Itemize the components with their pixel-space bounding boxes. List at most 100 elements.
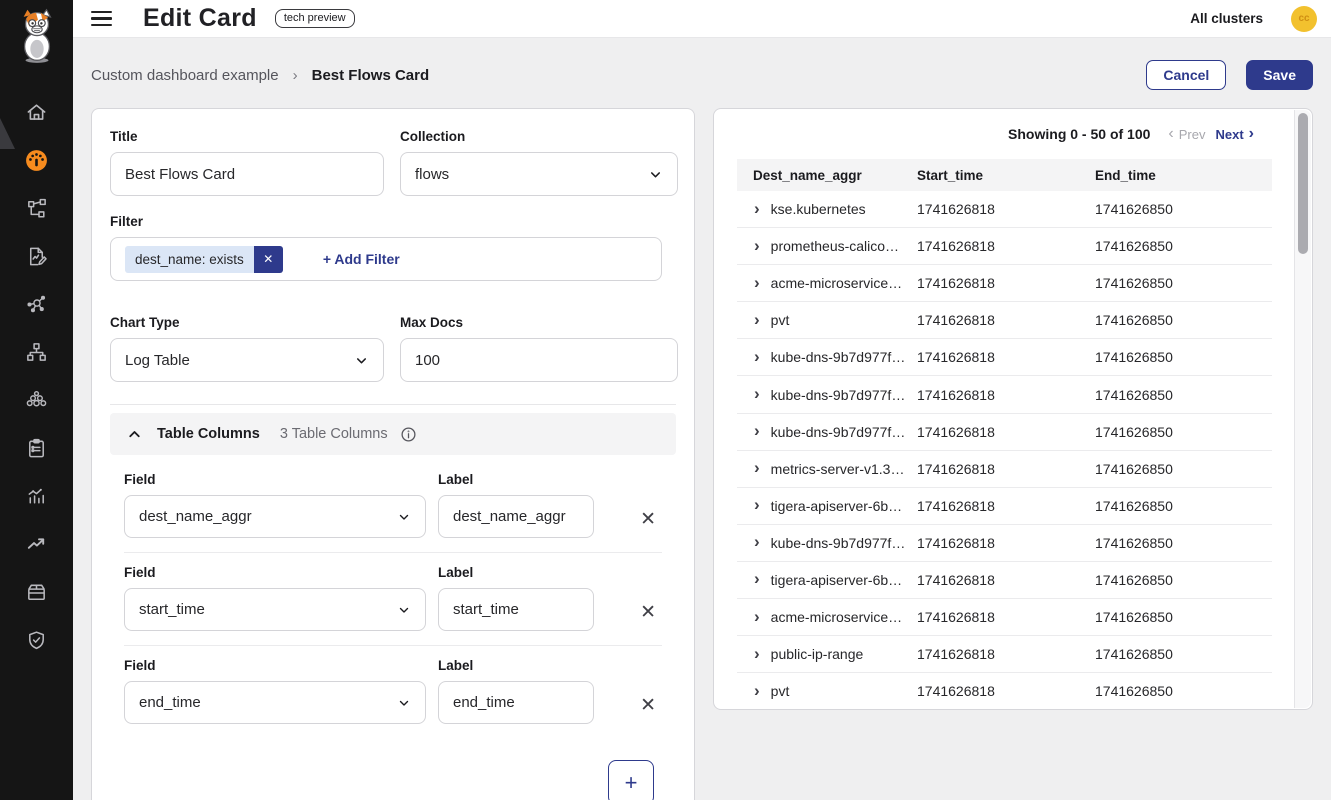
cell-dest-name-aggr: kube-dns-9b7d977f…: [771, 387, 906, 403]
calico-cat-logo-icon: [16, 7, 58, 65]
remove-column-button[interactable]: ✕: [640, 510, 656, 529]
sidebar-item-logs[interactable]: [0, 232, 73, 280]
label-input[interactable]: [438, 495, 594, 538]
cell-dest-name-aggr: kse.kubernetes: [771, 201, 866, 217]
sidebar-item-analytics[interactable]: [0, 472, 73, 520]
table-row[interactable]: › metrics-server-v1.3… 1741626818 174162…: [737, 451, 1272, 488]
package-box-icon: [25, 581, 48, 604]
row-expand-icon[interactable]: ›: [754, 609, 760, 625]
label-label: Label: [438, 565, 594, 580]
column-header-start-time: Start_time: [917, 168, 1095, 183]
table-column-row: Field start_time Label: [124, 552, 662, 645]
save-button[interactable]: Save: [1246, 60, 1313, 90]
home-icon: [25, 101, 48, 124]
title-input[interactable]: [110, 152, 384, 196]
row-expand-icon[interactable]: ›: [754, 460, 760, 476]
sidebar-item-network-topology[interactable]: [0, 184, 73, 232]
sidebar-item-sitemap[interactable]: [0, 328, 73, 376]
field-select[interactable]: start_time: [124, 588, 426, 631]
row-expand-icon[interactable]: ›: [754, 534, 760, 550]
row-expand-icon[interactable]: ›: [754, 349, 760, 365]
row-expand-icon[interactable]: ›: [754, 571, 760, 587]
label-label: Label: [438, 658, 594, 673]
remove-column-button[interactable]: ✕: [640, 696, 656, 715]
row-expand-icon[interactable]: ›: [754, 312, 760, 328]
info-icon[interactable]: [400, 426, 417, 443]
table-row[interactable]: › prometheus-calico… 1741626818 17416268…: [737, 228, 1272, 265]
calico-cat-logo[interactable]: [0, 0, 73, 72]
row-expand-icon[interactable]: ›: [754, 275, 760, 291]
graph-nodes-icon: [25, 293, 48, 316]
sidebar-item-service-graph[interactable]: [0, 280, 73, 328]
column-header-dest-name-aggr: Dest_name_aggr: [737, 168, 917, 183]
next-page-button[interactable]: Next ›: [1215, 126, 1254, 142]
table-row[interactable]: › pvt 1741626818 1741626850: [737, 673, 1272, 710]
row-expand-icon[interactable]: ›: [754, 238, 760, 254]
tech-preview-badge: tech preview: [275, 9, 355, 28]
breadcrumb-separator-icon: ›: [293, 67, 298, 84]
table-row[interactable]: › acme-microservice… 1741626818 17416268…: [737, 599, 1272, 636]
preview-table: Dest_name_aggr Start_time End_time › kse…: [737, 159, 1272, 710]
sidebar-item-security[interactable]: [0, 616, 73, 664]
cell-dest-name-aggr: pvt: [771, 683, 790, 699]
collection-select[interactable]: flows: [400, 152, 678, 196]
label-input[interactable]: [438, 588, 594, 631]
sidebar-item-home[interactable]: [0, 88, 73, 136]
column-header-end-time: End_time: [1095, 168, 1272, 183]
add-column-button[interactable]: +: [608, 760, 654, 800]
sidebar-item-trends[interactable]: [0, 520, 73, 568]
filter-box[interactable]: dest_name: exists ✕ + Add Filter: [110, 237, 662, 281]
card-preview-panel: Showing 0 - 50 of 100 ‹ Prev Next › Dest…: [713, 108, 1313, 710]
cell-end-time: 1741626850: [1095, 275, 1272, 291]
menu-toggle-button[interactable]: [91, 9, 115, 29]
field-select[interactable]: dest_name_aggr: [124, 495, 426, 538]
table-row[interactable]: › kube-dns-9b7d977f… 1741626818 17416268…: [737, 525, 1272, 562]
table-column-row: Field dest_name_aggr Label: [124, 460, 662, 552]
cluster-nodes-icon: [25, 389, 48, 412]
sidebar-item-packages[interactable]: [0, 568, 73, 616]
preview-scrollbar[interactable]: [1294, 110, 1311, 708]
row-expand-icon[interactable]: ›: [754, 386, 760, 402]
field-select[interactable]: end_time: [124, 681, 426, 724]
table-row[interactable]: › public-ip-range 1741626818 1741626850: [737, 636, 1272, 673]
label-input[interactable]: [438, 681, 594, 724]
table-row[interactable]: › kube-dns-9b7d977f… 1741626818 17416268…: [737, 339, 1272, 376]
row-expand-icon[interactable]: ›: [754, 646, 760, 662]
table-row[interactable]: › tigera-apiserver-6b… 1741626818 174162…: [737, 562, 1272, 599]
table-row[interactable]: › tigera-apiserver-6b… 1741626818 174162…: [737, 488, 1272, 525]
collapse-section-button[interactable]: [126, 426, 143, 443]
table-row[interactable]: › acme-microservice… 1741626818 17416268…: [737, 265, 1272, 302]
prev-page-button[interactable]: ‹ Prev: [1168, 126, 1205, 142]
collection-select-value: flows: [415, 166, 449, 183]
add-filter-button[interactable]: + Add Filter: [323, 251, 400, 267]
log-edit-icon: [25, 245, 48, 268]
preview-scrollbar-thumb[interactable]: [1298, 113, 1308, 254]
chart-type-select[interactable]: Log Table: [110, 338, 384, 382]
row-expand-icon[interactable]: ›: [754, 423, 760, 439]
cancel-button[interactable]: Cancel: [1146, 60, 1226, 90]
cell-end-time: 1741626850: [1095, 535, 1272, 551]
cell-end-time: 1741626850: [1095, 424, 1272, 440]
remove-column-button[interactable]: ✕: [640, 603, 656, 622]
table-row[interactable]: › kube-dns-9b7d977f… 1741626818 17416268…: [737, 376, 1272, 413]
user-avatar[interactable]: cc: [1291, 6, 1317, 32]
max-docs-label: Max Docs: [400, 315, 678, 330]
cell-end-time: 1741626850: [1095, 683, 1272, 699]
cell-start-time: 1741626818: [917, 498, 1095, 514]
row-expand-icon[interactable]: ›: [754, 683, 760, 699]
table-columns-header[interactable]: Table Columns 3 Table Columns: [110, 413, 676, 455]
cell-start-time: 1741626818: [917, 275, 1095, 291]
sidebar-item-compliance[interactable]: [0, 424, 73, 472]
cell-end-time: 1741626850: [1095, 572, 1272, 588]
row-expand-icon[interactable]: ›: [754, 497, 760, 513]
max-docs-input[interactable]: [400, 338, 678, 382]
breadcrumb-parent[interactable]: Custom dashboard example: [91, 67, 279, 84]
table-row[interactable]: › pvt 1741626818 1741626850: [737, 302, 1272, 339]
cell-start-time: 1741626818: [917, 535, 1095, 551]
row-expand-icon[interactable]: ›: [754, 201, 760, 217]
table-row[interactable]: › kube-dns-9b7d977f… 1741626818 17416268…: [737, 414, 1272, 451]
filter-chip-remove-button[interactable]: ✕: [254, 246, 283, 273]
table-row[interactable]: › kse.kubernetes 1741626818 1741626850: [737, 191, 1272, 228]
sidebar-item-clusters[interactable]: [0, 376, 73, 424]
cluster-selector[interactable]: All clusters: [1190, 11, 1263, 26]
